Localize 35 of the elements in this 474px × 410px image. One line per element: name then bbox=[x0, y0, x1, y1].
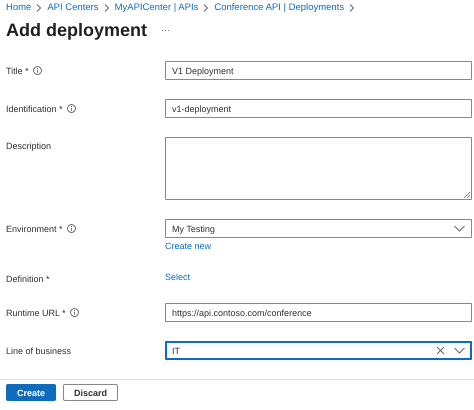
field-label: Definition * bbox=[6, 274, 50, 284]
chevron-right-icon bbox=[104, 4, 110, 12]
input-field[interactable]: v1-deployment bbox=[165, 99, 472, 118]
input-field[interactable]: V1 Deployment bbox=[165, 61, 472, 80]
page-title: Add deployment bbox=[6, 20, 148, 40]
field-label: Identification * bbox=[6, 104, 63, 114]
more-button[interactable]: ··· bbox=[159, 25, 172, 35]
create-button[interactable]: Create bbox=[6, 384, 56, 401]
field-label: Description bbox=[6, 141, 52, 151]
chevron-down-icon[interactable] bbox=[454, 225, 465, 232]
create-new-link[interactable]: Create new bbox=[165, 241, 212, 251]
info-icon[interactable] bbox=[32, 66, 42, 75]
select-link[interactable]: Select bbox=[165, 272, 190, 282]
chevron-right-icon bbox=[349, 4, 356, 12]
field-label: Title * bbox=[6, 66, 29, 76]
chevron-right-icon bbox=[203, 4, 210, 12]
info-icon[interactable] bbox=[66, 104, 76, 113]
field-label: Environment * bbox=[6, 224, 63, 234]
field-label: Runtime URL * bbox=[6, 308, 66, 318]
clear-icon[interactable] bbox=[436, 346, 445, 355]
breadcrumb-link[interactable]: Conference API | Deployments bbox=[214, 2, 344, 13]
breadcrumb-link[interactable]: MyAPICenter | APIs bbox=[114, 2, 198, 13]
breadcrumb-link[interactable]: API Centers bbox=[47, 2, 99, 13]
dropdown-field[interactable]: My Testing bbox=[165, 219, 472, 238]
field-label: Line of business bbox=[6, 346, 72, 356]
dropdown-field[interactable]: IT bbox=[165, 341, 472, 360]
input-field[interactable]: https://api.contoso.com/conference bbox=[165, 303, 472, 322]
discard-button[interactable]: Discard bbox=[63, 384, 118, 401]
chevron-down-icon[interactable] bbox=[454, 347, 465, 354]
chevron-right-icon bbox=[36, 4, 42, 12]
info-icon[interactable] bbox=[66, 224, 76, 233]
description-field[interactable] bbox=[165, 137, 472, 200]
resize-grip-icon[interactable] bbox=[464, 192, 470, 198]
breadcrumb-link[interactable]: Home bbox=[6, 2, 32, 13]
info-icon[interactable] bbox=[70, 308, 79, 317]
